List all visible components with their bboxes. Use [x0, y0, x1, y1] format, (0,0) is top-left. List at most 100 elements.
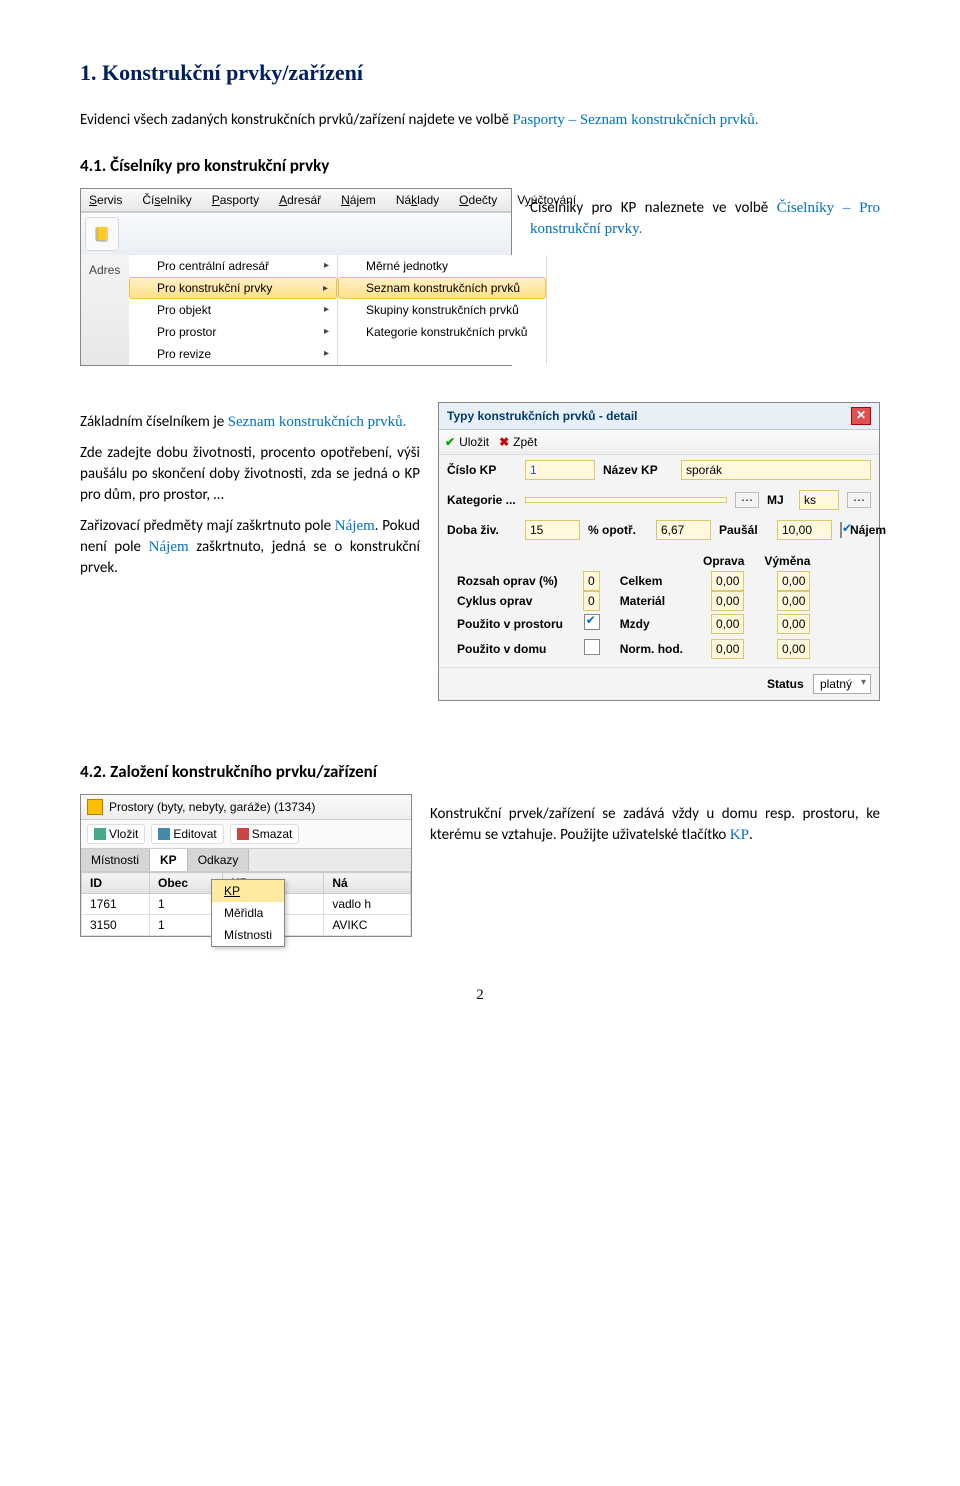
submenu2-skupiny[interactable]: Skupiny konstrukčních prvků: [338, 299, 546, 321]
ribbon-strip: 📒: [81, 212, 511, 255]
page-number: 2: [80, 987, 880, 1004]
p44: Zařizovací předměty mají zaškrtnuto pole…: [80, 516, 420, 579]
doba-input[interactable]: 15: [525, 520, 580, 540]
edit-icon: [158, 828, 170, 840]
najem-checkbox[interactable]: [840, 522, 842, 538]
ribbon-btn-1[interactable]: 📒: [85, 217, 119, 251]
mj-label: MJ: [767, 493, 791, 507]
check-icon: ✔: [445, 435, 455, 449]
opotr-label: % opotř.: [588, 523, 648, 537]
tab-kp[interactable]: KP: [150, 849, 188, 871]
dialog-screenshot: Typy konstrukčních prvků - detail ✕ ✔Ulo…: [438, 402, 880, 701]
popup-meridla[interactable]: Měřidla: [212, 902, 284, 924]
paus-input[interactable]: 10,00: [777, 520, 832, 540]
th-vymena: Výměna: [754, 551, 820, 571]
menu-servis[interactable]: SServiservis: [85, 191, 126, 209]
back-button[interactable]: ✖Zpět: [499, 435, 537, 449]
submenu-col2: Měrné jednotky Seznam konstrukčních prvk…: [338, 255, 547, 365]
kategorie-picker[interactable]: ⋯: [735, 492, 759, 508]
heading-42: 4.2. Založení konstrukčního prvku/zaříze…: [80, 761, 880, 782]
tab-mistnosti[interactable]: Místnosti: [81, 849, 150, 871]
grid-screenshot: Prostory (byty, nebyty, garáže) (13734) …: [80, 794, 412, 937]
p45b: KP: [730, 827, 749, 843]
p45c: .: [749, 826, 753, 844]
material-vymena[interactable]: 0,00: [777, 591, 810, 611]
submenu-item-revize[interactable]: Pro revize▸: [129, 343, 337, 365]
celkem-oprava[interactable]: 0,00: [711, 571, 744, 591]
cyklus-input[interactable]: 0: [583, 591, 600, 611]
p45a: Konstrukční prvek/zařízení se zadává vžd…: [430, 805, 880, 844]
opotr-input[interactable]: 6,67: [656, 520, 711, 540]
kategorie-input[interactable]: [525, 497, 727, 503]
col-id[interactable]: ID: [82, 873, 150, 894]
kp-popup: KP Měřidla Místnosti: [211, 879, 285, 947]
p44a: Zařizovací předměty mají zaškrtnuto pole: [80, 517, 335, 535]
chevron-right-icon: ▸: [324, 260, 329, 271]
submenu-item-konstrukcni[interactable]: Pro konstrukční prvky▸: [129, 277, 337, 299]
editovat-button[interactable]: Editovat: [151, 824, 223, 844]
save-button[interactable]: ✔Uložit: [445, 435, 489, 449]
menu-ciselniky[interactable]: Číselníky: [138, 191, 195, 209]
material-oprava[interactable]: 0,00: [711, 591, 744, 611]
heading-41: 4.1. Číselníky pro konstrukční prvky: [80, 155, 880, 176]
p43: Zde zadejte dobu životnosti, procento op…: [80, 443, 420, 506]
p44d: Nájem: [149, 539, 189, 555]
normhod-oprava[interactable]: 0,00: [711, 639, 744, 659]
p42a: Základním číselníkem je: [80, 413, 228, 431]
popup-kp[interactable]: KP: [212, 880, 284, 902]
mzdy-oprava[interactable]: 0,00: [711, 614, 744, 634]
pouzito-domu-checkbox[interactable]: [584, 639, 600, 655]
submenu-item-prostor[interactable]: Pro prostor▸: [129, 321, 337, 343]
table-row: Použito v prostoru Mzdy 0,00 0,00: [447, 611, 820, 636]
close-icon[interactable]: ✕: [851, 407, 871, 425]
paus-label: Paušál: [719, 523, 769, 537]
menu-adresar[interactable]: Adresář: [275, 191, 325, 209]
submenu2-kategorie[interactable]: Kategorie konstrukčních prvků: [338, 321, 546, 343]
mzdy-vymena[interactable]: 0,00: [777, 614, 810, 634]
celkem-vymena[interactable]: 0,00: [777, 571, 810, 591]
p45: Konstrukční prvek/zařízení se zadává vžd…: [430, 804, 880, 846]
status-select[interactable]: platný: [813, 674, 871, 694]
table-row: Cyklus oprav 0 Materiál 0,00 0,00: [447, 591, 820, 611]
oprava-vymena-table: Oprava Výměna Rozsah oprav (%) 0 Celkem …: [447, 551, 820, 661]
tab-odkazy[interactable]: Odkazy: [188, 849, 250, 871]
menu-najem[interactable]: Nájem: [337, 191, 380, 209]
cislo-label: Číslo KP: [447, 463, 517, 477]
chevron-right-icon: ▸: [324, 348, 329, 359]
chevron-right-icon: ▸: [324, 304, 329, 315]
col-na[interactable]: Ná: [324, 873, 411, 894]
cislo-input[interactable]: 1: [525, 460, 595, 480]
normhod-vymena[interactable]: 0,00: [777, 639, 810, 659]
p42: Základním číselníkem je Seznam konstrukč…: [80, 412, 420, 433]
popup-mistnosti[interactable]: Místnosti: [212, 924, 284, 946]
mj-picker[interactable]: ⋯: [847, 492, 871, 508]
najem-label: Nájem: [850, 523, 890, 537]
pouzito-prostor-checkbox[interactable]: [584, 614, 600, 630]
kategorie-label: Kategorie ...: [447, 493, 517, 507]
x-icon: ✖: [499, 435, 509, 449]
mj-input[interactable]: ks: [799, 490, 839, 510]
plus-icon: [94, 828, 106, 840]
chevron-right-icon: ▸: [323, 283, 328, 294]
vlozit-button[interactable]: Vložit: [87, 824, 145, 844]
submenu-item-central[interactable]: Pro centrální adresář▸: [129, 255, 337, 277]
smazat-button[interactable]: Smazat: [230, 824, 300, 844]
status-label: Status: [767, 677, 804, 691]
chevron-right-icon: ▸: [324, 326, 329, 337]
submenu2-merne[interactable]: Měrné jednotky: [338, 255, 546, 277]
submenu2-seznam[interactable]: Seznam konstrukčních prvků: [338, 277, 546, 299]
submenu-item-objekt[interactable]: Pro objekt▸: [129, 299, 337, 321]
rozsah-input[interactable]: 0: [583, 571, 600, 591]
menu-naklady[interactable]: Náklady: [392, 191, 443, 209]
p41-text: Číselníky pro KP naleznete ve volbě: [530, 199, 777, 217]
p42b: Seznam konstrukčních prvků.: [228, 414, 407, 430]
delete-icon: [237, 828, 249, 840]
grid-title: Prostory (byty, nebyty, garáže) (13734): [109, 800, 315, 814]
nazev-input[interactable]: sporák: [681, 460, 871, 480]
intro-paragraph: Evidenci všech zadaných konstrukčních pr…: [80, 110, 880, 131]
table-row: Rozsah oprav (%) 0 Celkem 0,00 0,00: [447, 571, 820, 591]
menu-pasporty[interactable]: Pasporty: [208, 191, 263, 209]
adres-label: Adres: [83, 259, 127, 281]
menu-odecty[interactable]: Odečty: [455, 191, 501, 209]
heading-1: 1. Konstrukční prvky/zařízení: [80, 60, 880, 86]
